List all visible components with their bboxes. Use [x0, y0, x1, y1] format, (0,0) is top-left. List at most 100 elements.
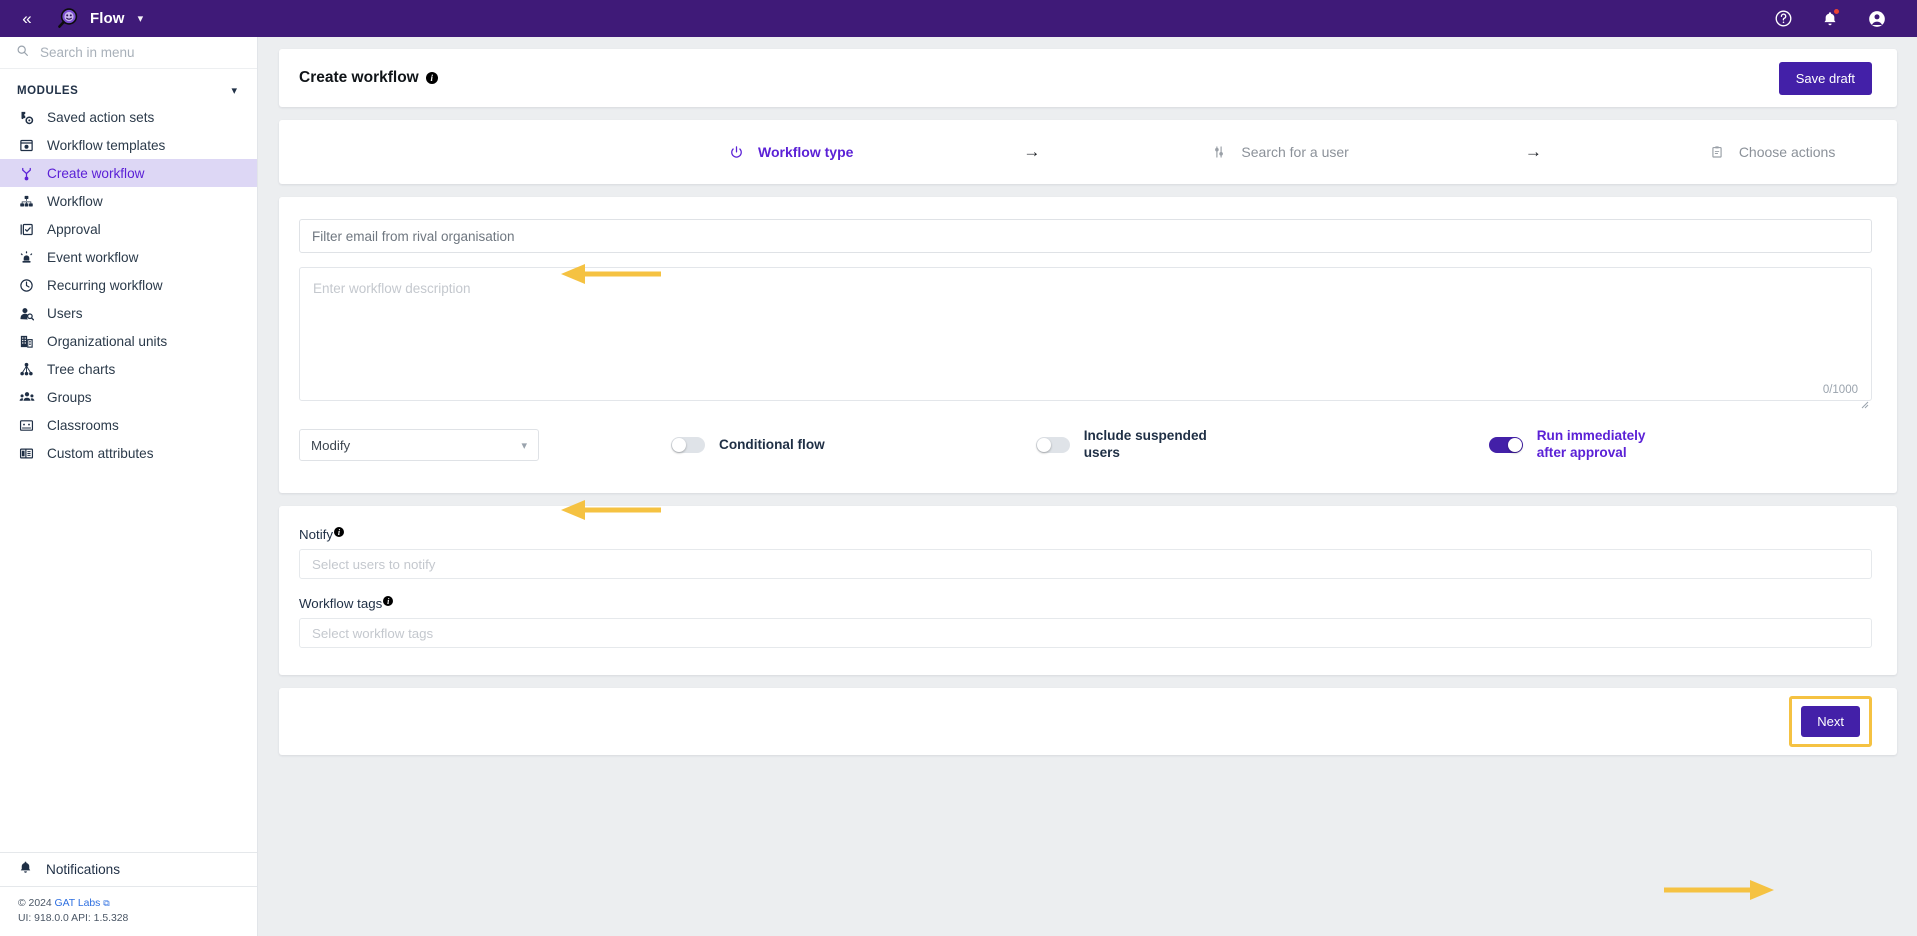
sidebar-item-label: Users [47, 305, 83, 321]
conditional-flow-label: Conditional flow [719, 436, 825, 452]
brand-home-link[interactable]: Flow ▾ [55, 6, 143, 32]
arrow-right-icon: → [1023, 142, 1041, 161]
columns-panel-icon [18, 445, 35, 462]
sidebar-item-tree-charts[interactable]: Tree charts [0, 355, 257, 383]
help-circle-icon[interactable] [1772, 8, 1794, 30]
sidebar-item-organizational-units[interactable]: Organizational units [0, 327, 257, 355]
sidebar-item-event-workflow[interactable]: Event workflow [0, 243, 257, 271]
include-suspended-users-toggle[interactable] [1035, 437, 1070, 453]
page-header-card: Create workflow i Save draft [279, 49, 1897, 107]
sidebar-search[interactable] [0, 37, 257, 69]
step-choose-actions[interactable]: Choose actions [1708, 143, 1836, 161]
workflow-tags-label-text: Workflow tags [299, 596, 383, 611]
info-icon[interactable]: i [334, 527, 344, 537]
people-group-icon [18, 389, 35, 406]
search-input[interactable] [38, 44, 228, 61]
chevron-down-icon[interactable]: ▾ [138, 12, 144, 25]
step-label: Choose actions [1738, 144, 1836, 160]
notify-users-placeholder: Select users to notify [312, 556, 436, 572]
sidebar: MODULES ▾ Saved action sets Wo [0, 37, 258, 936]
save-draft-button[interactable]: Save draft [1778, 61, 1872, 95]
sidebar-item-label: Event workflow [47, 249, 139, 265]
sidebar-item-users[interactable]: Users [0, 299, 257, 327]
bell-icon[interactable] [1819, 7, 1841, 30]
sidebar-collapse-button[interactable]: « [0, 0, 52, 37]
chevron-down-icon[interactable]: ▾ [231, 84, 237, 97]
sidebar-section-modules[interactable]: MODULES ▾ [0, 78, 257, 103]
user-search-icon [18, 305, 35, 322]
notification-badge-dot [1833, 7, 1840, 15]
sidebar-item-approval[interactable]: Approval [0, 215, 257, 243]
info-icon[interactable]: i [383, 596, 394, 606]
sidebar-item-label: Organizational units [47, 333, 168, 349]
sidebar-notifications-item[interactable]: Notifications [0, 851, 257, 886]
chevron-down-icon: ▾ [521, 439, 527, 452]
sidebar-item-custom-attributes[interactable]: Custom attributes [0, 439, 257, 465]
notify-and-tags-card: Notify i Select users to notify Workflow… [279, 506, 1897, 675]
branch-fork-icon [18, 165, 35, 182]
next-button-highlight: Next [1789, 696, 1872, 747]
conditional-flow-toggle[interactable] [671, 436, 705, 453]
workflow-options-row: Modify ▾ Conditional flow Include suspen… [299, 427, 1872, 463]
sidebar-nav: MODULES ▾ Saved action sets Workflow tem… [0, 69, 257, 465]
sidebar-item-label: Classrooms [47, 417, 119, 433]
include-suspended-users-option: Include suspended users [1035, 428, 1209, 462]
flow-magnifier-logo-icon [55, 6, 81, 32]
workflow-name-input[interactable] [299, 219, 1872, 253]
sidebar-footer: © 2024 GAT Labs ⧉ UI: 918.0.0 API: 1.5.3… [0, 885, 257, 936]
checklist-icon [18, 221, 35, 238]
workflow-action-select[interactable]: Modify ▾ [299, 429, 539, 461]
workflow-action-select-value: Modify [311, 437, 351, 453]
sidebar-item-workflow[interactable]: Workflow [0, 187, 257, 215]
sidebar-item-label: Workflow [47, 193, 103, 209]
sidebar-item-label: Recurring workflow [47, 277, 163, 293]
sidebar-item-classrooms[interactable]: Classrooms [0, 411, 257, 439]
power-icon [727, 143, 745, 161]
filters-icon [1210, 143, 1228, 161]
resize-handle[interactable] [1861, 396, 1869, 409]
workflow-tags-select[interactable]: Select workflow tags [299, 618, 1872, 648]
run-immediately-toggle[interactable] [1488, 437, 1523, 453]
clipboard-icon [1708, 143, 1726, 161]
sidebar-notifications-label: Notifications [46, 861, 121, 877]
template-window-icon [18, 137, 35, 154]
brand-name: Flow [90, 10, 125, 27]
info-icon[interactable]: i [425, 72, 438, 84]
sidebar-item-label: Tree charts [47, 361, 116, 377]
wizard-stepper: Workflow type → Search for a user → Choo… [279, 120, 1897, 184]
sidebar-item-label: Groups [47, 389, 92, 405]
step-search-for-a-user[interactable]: Search for a user [1210, 143, 1349, 161]
sidebar-item-saved-action-sets[interactable]: Saved action sets [0, 103, 257, 131]
notify-users-select[interactable]: Select users to notify [299, 549, 1872, 579]
clock-icon [18, 277, 35, 294]
workflow-description-input[interactable] [299, 267, 1872, 401]
hierarchy-icon [18, 193, 35, 210]
sidebar-item-label: Approval [47, 221, 101, 237]
main-content: Create workflow i Save draft Workflow ty… [259, 37, 1917, 936]
step-label: Workflow type [758, 144, 854, 160]
gat-labs-link[interactable]: GAT Labs [55, 898, 101, 909]
sidebar-item-groups[interactable]: Groups [0, 383, 257, 411]
step-workflow-type[interactable]: Workflow type [727, 143, 853, 161]
page-title-text: Create workflow [299, 69, 419, 86]
tree-chart-icon [18, 361, 35, 378]
account-circle-icon[interactable] [1866, 8, 1888, 30]
sidebar-item-label: Workflow templates [47, 137, 166, 153]
run-immediately-option: Run immediately after approval [1488, 428, 1657, 462]
sidebar-item-create-workflow[interactable]: Create workflow [0, 159, 257, 187]
classroom-icon [18, 417, 35, 434]
next-button[interactable]: Next [1801, 706, 1860, 737]
alarm-light-icon [18, 249, 35, 266]
sidebar-item-workflow-templates[interactable]: Workflow templates [0, 131, 257, 159]
external-link-icon[interactable]: ⧉ [103, 898, 109, 908]
include-suspended-users-label: Include suspended users [1083, 428, 1207, 460]
workflow-details-card: 0/1000 Modify ▾ Conditional flow Include… [279, 197, 1897, 493]
sidebar-item-recurring-workflow[interactable]: Recurring workflow [0, 271, 257, 299]
page-title: Create workflow i [299, 69, 438, 87]
sidebar-item-label: Custom attributes [47, 445, 154, 461]
search-icon [16, 44, 29, 62]
notify-label-text: Notify [299, 527, 333, 542]
sidebar-section-modules-label: MODULES [17, 84, 79, 97]
workflow-description-wrap: 0/1000 [299, 267, 1872, 409]
